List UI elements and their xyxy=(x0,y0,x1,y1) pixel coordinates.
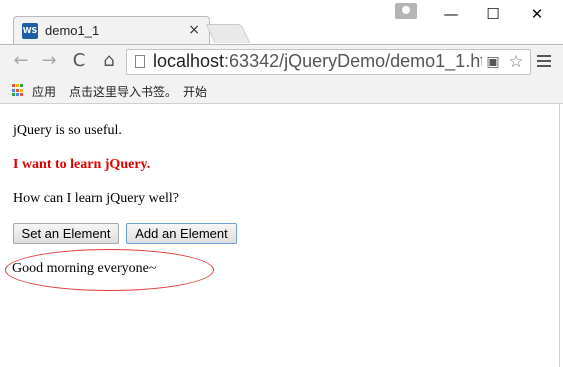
url-host: localhost xyxy=(153,51,225,71)
apps-grid-dot xyxy=(12,93,15,97)
apps-grid-dot xyxy=(20,88,23,92)
paragraph-1: jQuery is so useful. xyxy=(13,123,122,138)
paragraph-3: How can I learn jQuery well? xyxy=(13,191,179,206)
bookmarks-bar: 应用 点击这里导入书签。 开始 xyxy=(0,78,563,104)
bookmark-apps[interactable]: 应用 xyxy=(32,83,56,100)
bookmark-star-icon[interactable]: ☆ xyxy=(506,51,526,73)
back-arrow-icon[interactable]: ← xyxy=(10,50,32,72)
set-element-button[interactable]: Set an Element xyxy=(13,223,119,244)
apps-grid-dot xyxy=(12,84,15,87)
page-action-icon[interactable]: ▣ xyxy=(482,52,504,72)
home-icon[interactable]: ⌂ xyxy=(98,50,120,72)
page-content: jQuery is so useful. I want to learn jQu… xyxy=(0,104,559,367)
address-bar[interactable]: localhost:63342/jQueryDemo/demo1_1.htm ▣… xyxy=(126,49,531,75)
minimize-button[interactable]: — xyxy=(436,4,466,24)
apps-grid-dot xyxy=(20,84,23,87)
apps-grid-dot xyxy=(16,93,19,97)
apps-grid-dot xyxy=(16,88,19,92)
menu-icon[interactable] xyxy=(537,55,551,67)
close-window-button[interactable]: ✕ xyxy=(522,4,552,24)
new-tab-button[interactable] xyxy=(205,24,251,43)
browser-tab[interactable]: WS demo1_1 × xyxy=(13,16,210,44)
url-text[interactable]: localhost:63342/jQueryDemo/demo1_1.htm xyxy=(153,51,500,72)
maximize-button[interactable]: ☐ xyxy=(478,4,508,24)
profile-icon[interactable] xyxy=(395,3,417,19)
reload-icon[interactable]: C xyxy=(68,50,90,72)
bookmark-start[interactable]: 开始 xyxy=(183,83,207,100)
page-icon xyxy=(135,55,145,68)
page-right-edge xyxy=(559,104,563,367)
add-element-button[interactable]: Add an Element xyxy=(126,223,237,244)
forward-arrow-icon[interactable]: → xyxy=(38,50,60,72)
title-bar: WS demo1_1 × — ☐ ✕ xyxy=(0,0,563,44)
apps-grid-dot xyxy=(20,93,23,97)
browser-toolbar: ← → C ⌂ localhost:63342/jQueryDemo/demo1… xyxy=(0,44,563,78)
apps-grid-dot xyxy=(12,88,15,92)
apps-grid-dot xyxy=(16,84,19,87)
bookmark-import[interactable]: 点击这里导入书签。 xyxy=(69,83,177,100)
apps-grid-icon[interactable] xyxy=(12,84,25,97)
tab-close-icon[interactable]: × xyxy=(188,22,200,38)
tab-title: demo1_1 xyxy=(45,23,100,38)
paragraph-2: I want to learn jQuery. xyxy=(13,157,151,172)
url-path: :63342/jQueryDemo/demo1_1.htm xyxy=(224,51,501,71)
webstorm-favicon-icon: WS xyxy=(22,23,38,39)
result-text: Good morning everyone~ xyxy=(12,261,157,276)
